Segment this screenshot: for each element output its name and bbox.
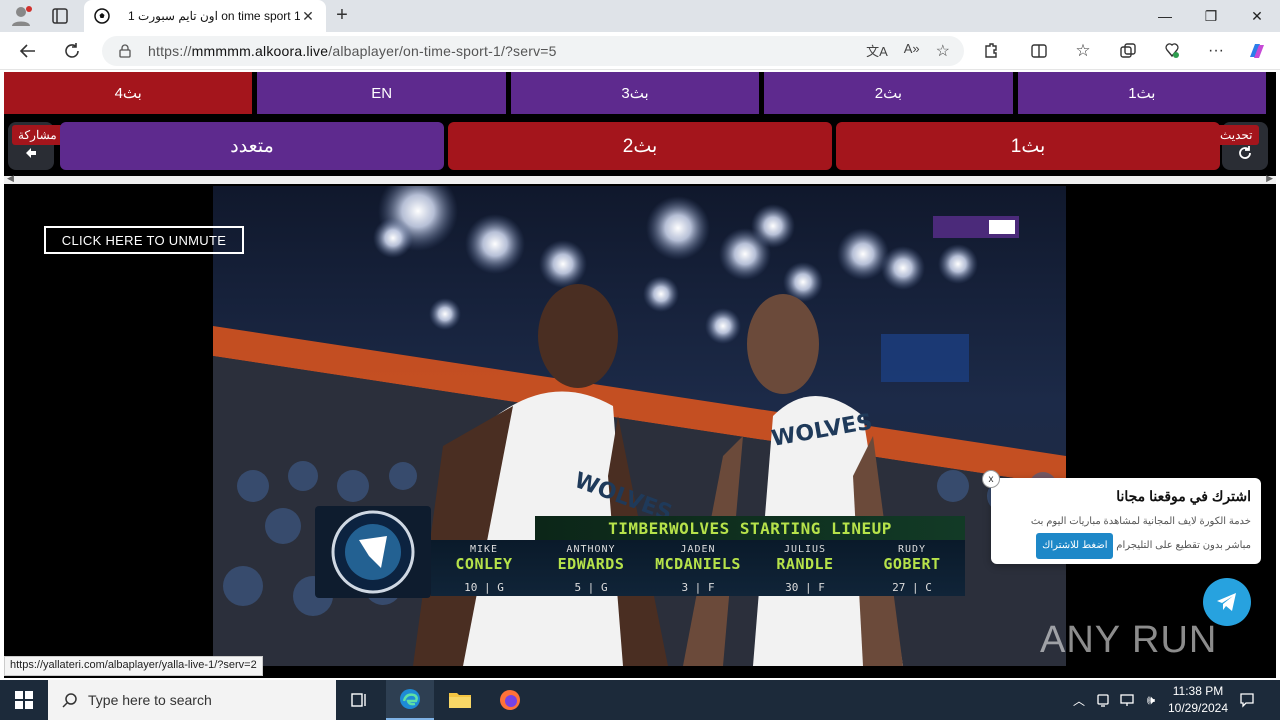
new-tab-icon[interactable]: + <box>330 4 354 28</box>
quality-stream-1-button[interactable]: بث1 <box>836 122 1220 170</box>
close-popup-icon[interactable]: x <box>982 470 1000 488</box>
translate-icon[interactable]: 文A <box>866 41 888 61</box>
stream-4-button[interactable]: بث4 <box>4 72 253 114</box>
player-card: ANTHONY EDWARDS 5 | G <box>557 544 625 594</box>
subscribe-popup: اشترك في موقعنا مجانا خدمة الكورة لايف ا… <box>991 478 1261 564</box>
share-icon <box>26 148 36 158</box>
file-explorer-icon[interactable] <box>436 680 484 720</box>
windows-start-icon[interactable] <box>0 680 48 720</box>
collections-icon[interactable] <box>1117 40 1139 62</box>
profile-icon[interactable] <box>10 5 34 27</box>
device-icon[interactable] <box>1092 680 1114 720</box>
stream-1-button[interactable]: بث1 <box>1017 72 1267 114</box>
watermark: ANY RUN <box>1040 618 1218 661</box>
refresh-icon[interactable] <box>58 38 86 64</box>
share-label[interactable]: مشاركة <box>12 125 63 145</box>
split-screen-icon[interactable] <box>1028 40 1050 62</box>
favorite-star-icon[interactable]: ☆ <box>936 41 950 61</box>
close-window-icon[interactable]: ✕ <box>1234 0 1280 32</box>
quality-buttons-row: مشاركة متعدد بث2 بث1 تحديث <box>4 122 1268 172</box>
maximize-icon[interactable]: ❐ <box>1188 0 1234 32</box>
player-card: JULIUS RANDLE 30 | F <box>776 544 834 594</box>
active-tab[interactable]: اون تايم سبورت 1 on time sport 1 ✕ <box>84 0 326 32</box>
edge-icon[interactable] <box>386 680 434 720</box>
windows-taskbar: Type here to search ︿ 🕪 11:38 PM 10/29/2… <box>0 680 1280 720</box>
notifications-icon[interactable] <box>1236 680 1258 720</box>
soccer-ball-icon <box>94 8 110 24</box>
player-card: MIKE CONLEY 10 | G <box>455 544 513 594</box>
clock-time: 11:38 PM <box>1172 684 1224 698</box>
browser-tab-bar: اون تايم سبورت 1 on time sport 1 ✕ + — ❐… <box>0 0 1280 32</box>
tab-actions-icon[interactable] <box>48 6 72 26</box>
url-text: https://mmmmm.alkoora.live/albaplayer/on… <box>148 43 557 59</box>
english-stream-button[interactable]: EN <box>257 72 506 114</box>
clock-date: 10/29/2024 <box>1167 701 1229 715</box>
scroll-right-icon[interactable]: ▶ <box>1266 173 1273 184</box>
search-placeholder: Type here to search <box>88 692 212 708</box>
quality-stream-2-button[interactable]: بث2 <box>448 122 832 170</box>
player-card: JADEN MCDANIELS 3 | F <box>655 544 741 594</box>
search-icon <box>62 693 77 708</box>
stream-2-button[interactable]: بث2 <box>764 72 1013 114</box>
more-options-icon[interactable]: ··· <box>1205 40 1227 62</box>
system-clock[interactable]: 11:38 PM 10/29/2024 <box>1160 683 1236 717</box>
lineup-players: MIKE CONLEY 10 | G ANTHONY EDWARDS 5 | G… <box>431 540 965 596</box>
refresh-label[interactable]: تحديث <box>1214 125 1259 145</box>
extensions-icon[interactable] <box>980 40 1002 62</box>
tray-overflow-icon[interactable]: ︿ <box>1068 680 1090 720</box>
url-bar[interactable]: https://mmmmm.alkoora.live/albaplayer/on… <box>102 36 964 66</box>
popup-title: اشترك في موقعنا مجانا <box>1116 488 1251 504</box>
volume-icon[interactable]: 🕪 <box>1140 680 1162 720</box>
copilot-icon[interactable] <box>1246 40 1268 62</box>
firefox-icon[interactable] <box>486 680 534 720</box>
horizontal-scrollbar[interactable]: ◀ ▶ <box>4 173 1276 184</box>
unmute-button[interactable]: CLICK HERE TO UNMUTE <box>44 226 244 254</box>
reload-icon <box>1239 146 1251 159</box>
close-tab-icon[interactable]: ✕ <box>300 8 316 25</box>
team-logo-icon <box>315 506 431 598</box>
player-card: RUDY GOBERT 27 | C <box>883 544 941 594</box>
tab-title: اون تايم سبورت 1 on time sport 1 <box>128 9 300 23</box>
read-aloud-icon[interactable]: A» <box>904 41 920 61</box>
favorites-icon[interactable]: ☆ <box>1072 40 1094 62</box>
status-bar-url: https://yallateri.com/albaplayer/yalla-l… <box>4 656 263 676</box>
minimize-icon[interactable]: — <box>1142 0 1188 32</box>
lineup-title: TIMBERWOLVES STARTING LINEUP <box>535 516 965 540</box>
subscribe-button[interactable]: اضغط للاشتراك <box>1036 533 1114 559</box>
lock-icon[interactable] <box>118 44 132 58</box>
task-view-icon[interactable] <box>336 680 384 720</box>
browser-essentials-icon[interactable] <box>1161 40 1183 62</box>
lineup-graphic: TIMBERWOLVES STARTING LINEUP MIKE CONLEY… <box>315 506 965 608</box>
network-icon[interactable] <box>1116 680 1138 720</box>
address-toolbar: https://mmmmm.alkoora.live/albaplayer/on… <box>0 32 1280 70</box>
taskbar-search[interactable]: Type here to search <box>48 680 336 720</box>
scroll-left-icon[interactable]: ◀ <box>7 173 14 184</box>
stream-3-button[interactable]: بث3 <box>510 72 760 114</box>
server-buttons-row: بث4 EN بث3 بث2 بث1 <box>4 72 1267 116</box>
web-page: بث4 EN بث3 بث2 بث1 مشاركة متعدد بث2 بث1 … <box>0 70 1280 680</box>
multi-stream-button[interactable]: متعدد <box>60 122 444 170</box>
back-icon[interactable] <box>14 38 42 64</box>
popup-description: خدمة الكورة لايف المجانية لمشاهدة مباريا… <box>1001 511 1251 559</box>
